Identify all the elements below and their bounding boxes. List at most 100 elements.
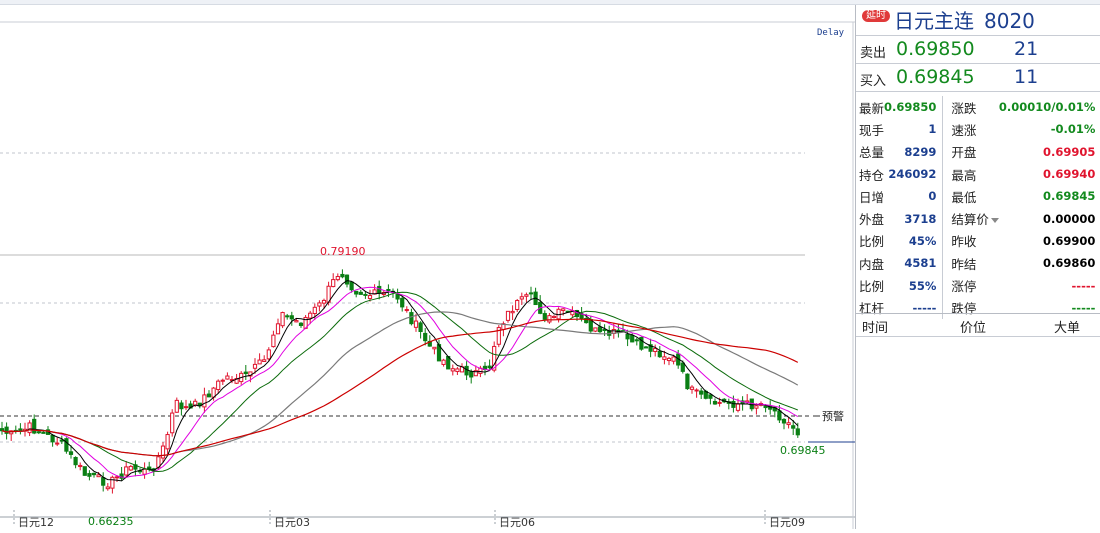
stat-label: 最高	[942, 162, 999, 186]
candle-body	[680, 362, 685, 372]
candle-body	[547, 315, 552, 323]
candle-body	[110, 476, 115, 489]
stat-label: 比例	[859, 234, 885, 250]
col-price[interactable]: 价位	[960, 317, 986, 336]
candle-body	[464, 365, 469, 376]
stat-value: 0.69940	[1043, 167, 1096, 182]
candle-body	[689, 386, 695, 390]
sell-row[interactable]: 卖出 0.69850 21	[856, 36, 1100, 64]
candle-body	[225, 375, 230, 380]
sell-price: 0.69850	[896, 38, 975, 60]
buy-row[interactable]: 买入 0.69845 11	[856, 64, 1100, 92]
candle-body	[344, 274, 350, 285]
tick-list-header: 时间 价位 大单	[856, 313, 1100, 337]
instrument-code: 8020	[984, 9, 1035, 33]
candle-body	[487, 365, 492, 369]
candle-body	[206, 393, 212, 398]
candle-body	[41, 431, 46, 434]
candle-body	[694, 389, 699, 392]
candle-body	[708, 394, 713, 399]
candle-body	[59, 439, 64, 442]
candle-body	[551, 315, 557, 319]
candle-body	[712, 400, 718, 405]
candle-body	[354, 290, 359, 295]
stat-value: -0.01%	[1050, 122, 1096, 137]
stats-row: 内盘 4581 昨结 0.69860	[856, 252, 1100, 275]
x-tick-label: 日元03	[274, 516, 310, 529]
candle-body	[285, 315, 290, 318]
candle-body	[791, 425, 796, 429]
instrument-name: 日元主连	[894, 9, 974, 33]
candle-body	[124, 466, 129, 476]
candle-body	[634, 339, 639, 342]
candle-body	[597, 326, 603, 333]
candle-body	[298, 322, 304, 326]
candle-body	[335, 276, 340, 281]
candle-body	[685, 373, 690, 390]
candle-body	[64, 438, 69, 452]
stat-label: 速涨	[942, 118, 999, 141]
col-big-order[interactable]: 大单	[1054, 317, 1080, 336]
x-tick-label: 日元09	[769, 516, 805, 529]
stats-row: 最新 0.69850 涨跌 0.00010/0.01%	[856, 96, 1100, 119]
stats-row: 比例 55% 涨停 -----	[856, 274, 1100, 297]
candle-body	[735, 403, 741, 411]
candle-body	[289, 315, 294, 320]
x-tick-label: 日元12	[18, 516, 54, 529]
candle-body	[82, 466, 87, 476]
stat-value: 4581	[904, 256, 937, 271]
sell-label: 卖出	[860, 46, 887, 61]
sell-qty: 21	[1014, 38, 1039, 60]
candle-body	[114, 476, 120, 479]
candle-body	[731, 400, 736, 408]
low-price-label: 0.66235	[88, 515, 134, 528]
candle-body	[331, 279, 336, 288]
candle-body	[252, 363, 258, 369]
candle-body	[542, 313, 547, 320]
candle-body	[524, 294, 529, 297]
candle-body	[340, 273, 345, 278]
candle-body	[441, 359, 446, 365]
candle-body	[717, 401, 722, 404]
stat-value: 0.69845	[1043, 189, 1096, 204]
stat-label: 开盘	[942, 140, 999, 163]
candle-body	[280, 312, 285, 327]
chevron-down-icon[interactable]	[990, 218, 999, 224]
stat-value: 0.69850	[884, 100, 937, 115]
stat-label: 比例	[859, 279, 885, 295]
stats-table: 最新 0.69850 涨跌 0.00010/0.01% 现手 1 速涨 -0.0…	[856, 96, 1100, 319]
candle-body	[262, 359, 267, 362]
stat-label: 外盘	[859, 212, 885, 228]
candle-body	[275, 323, 281, 335]
candle-body	[243, 371, 248, 375]
candle-body	[160, 445, 166, 459]
candle-body	[349, 281, 354, 291]
candle-body	[630, 334, 635, 343]
candle-body	[183, 406, 189, 409]
stats-row: 现手 1 速涨 -0.01%	[856, 118, 1100, 141]
settle-dropdown[interactable]: 结算价	[942, 207, 999, 230]
stat-label: 涨跌	[942, 96, 999, 119]
stat-label: 日增	[859, 189, 885, 205]
stat-value: 0.00010/0.01%	[998, 100, 1096, 115]
candle-body	[220, 379, 225, 382]
buy-price: 0.69845	[896, 66, 975, 88]
candle-body	[174, 399, 179, 413]
stat-value: 1	[928, 122, 937, 137]
instrument-title: 日元主连 8020	[894, 5, 1035, 34]
stat-value: 3718	[904, 211, 937, 226]
stat-label: 持仓	[859, 167, 885, 183]
candle-body	[754, 405, 759, 409]
candle-body	[36, 431, 41, 434]
candle-body	[32, 418, 37, 434]
chart-canvas[interactable]: Delay 预警 0.79190 0.66235 0.69845 日元12 日元03 日元06…	[0, 5, 855, 533]
candle-body	[671, 356, 676, 362]
col-time[interactable]: 时间	[862, 317, 888, 336]
stats-row: 外盘 3718 结算价 0.00000	[856, 207, 1100, 230]
stats-row: 持仓 246092 最高 0.69940	[856, 162, 1100, 186]
stats-row: 日增 0 最低 0.69845	[856, 185, 1100, 208]
candle-body	[450, 368, 455, 372]
ma40-line	[1, 311, 799, 457]
kline-chart[interactable]: Delay 预警 0.79190 0.66235 0.69845 日元12 日元03 日元06…	[0, 5, 855, 533]
candle-body	[18, 428, 23, 432]
